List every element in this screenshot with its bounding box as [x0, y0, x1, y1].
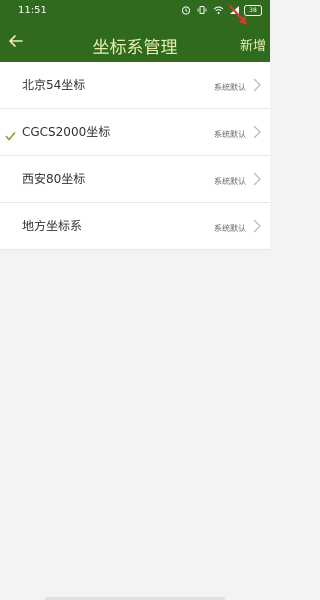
chevron-right-icon [253, 77, 261, 92]
coordinate-system-list: 北京54坐标 系统默认 CGCS2000坐标 系统默认 西安80坐标 系统默认 … [0, 62, 270, 250]
chevron-right-icon [253, 218, 261, 233]
annotation-arrow-icon [226, 2, 252, 30]
check-icon [5, 126, 16, 141]
list-item[interactable]: 北京54坐标 系统默认 [0, 62, 270, 109]
item-tag: 系统默认 [214, 130, 246, 139]
vibrate-icon [196, 4, 208, 16]
list-item[interactable]: 地方坐标系 系统默认 [0, 203, 270, 250]
item-tag: 系统默认 [214, 224, 246, 233]
item-label: 西安80坐标 [22, 172, 86, 186]
item-label: CGCS2000坐标 [22, 125, 111, 139]
item-label: 地方坐标系 [22, 219, 83, 233]
chevron-right-icon [253, 171, 261, 186]
item-tag: 系统默认 [214, 177, 246, 186]
wifi-icon [212, 4, 224, 16]
list-item[interactable]: 西安80坐标 系统默认 [0, 156, 270, 203]
status-time: 11:51 [18, 5, 47, 16]
page-title: 坐标系管理 [92, 38, 178, 58]
alarm-icon [180, 4, 192, 16]
list-item[interactable]: CGCS2000坐标 系统默认 [0, 109, 270, 156]
item-label: 北京54坐标 [22, 78, 86, 92]
chevron-right-icon [253, 124, 261, 139]
item-tag: 系统默认 [214, 83, 246, 92]
add-button[interactable]: 新增 [240, 35, 266, 54]
